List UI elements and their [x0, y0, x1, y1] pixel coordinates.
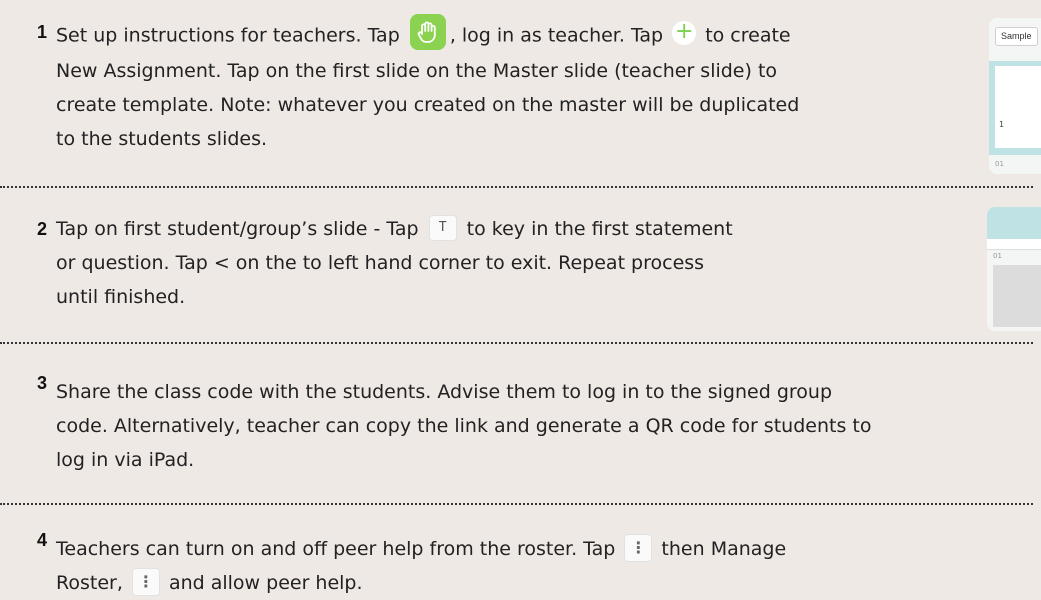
slide-area — [993, 265, 1041, 327]
slide-preview-1: Sample 1 01 — [989, 18, 1041, 174]
plus-icon[interactable]: + — [672, 21, 697, 45]
step-line: create template. Note: whatever you crea… — [56, 94, 800, 116]
divider — [0, 342, 1033, 344]
step-line: New Assignment. Tap on the first slide o… — [56, 60, 778, 82]
divider — [0, 186, 1033, 188]
slide-number: 1 — [999, 120, 1005, 129]
divider — [0, 503, 1033, 505]
step-line: or question. Tap < on the to left hand c… — [56, 252, 705, 274]
step-number: 1 — [37, 22, 48, 42]
step-text: Set up instructions for teachers. Tap , … — [56, 14, 800, 156]
step-line: Share the class code with the students. … — [56, 381, 833, 403]
raise-hand-icon[interactable] — [409, 14, 446, 50]
step-text: Share the class code with the students. … — [56, 375, 871, 477]
step-line: Set up instructions for teachers. Tap , … — [56, 14, 799, 54]
text-tool-icon[interactable]: T — [428, 214, 457, 241]
slide-band — [987, 207, 1041, 239]
more-options-icon[interactable]: ⋮ — [131, 567, 160, 596]
slide-index: 01 — [995, 160, 1004, 168]
step-line: log in via iPad. — [56, 449, 195, 471]
slide-card — [995, 66, 1041, 148]
step-line: Teachers can turn on and off peer help f… — [56, 532, 786, 566]
step-number: 2 — [37, 219, 48, 239]
step-line: Tap on first student/group’s slide - Tap… — [56, 212, 733, 246]
slide-bar — [987, 239, 1041, 250]
slide-preview-2: 01 — [987, 207, 1041, 331]
step-line: until finished. — [56, 286, 186, 308]
step-text: Teachers can turn on and off peer help f… — [56, 532, 786, 600]
slide-tab-label: Sample — [995, 27, 1038, 46]
slide-index: 01 — [993, 252, 1002, 260]
more-options-icon[interactable]: ⋮ — [624, 533, 653, 562]
step-number: 4 — [37, 530, 48, 550]
step-line: Roster, ⋮ and allow peer help. — [56, 566, 786, 600]
step-number: 3 — [37, 373, 48, 393]
step-line: code. Alternatively, teacher can copy th… — [56, 415, 872, 437]
step-line: to the students slides. — [56, 128, 268, 150]
step-text: Tap on first student/group’s slide - Tap… — [56, 212, 733, 314]
